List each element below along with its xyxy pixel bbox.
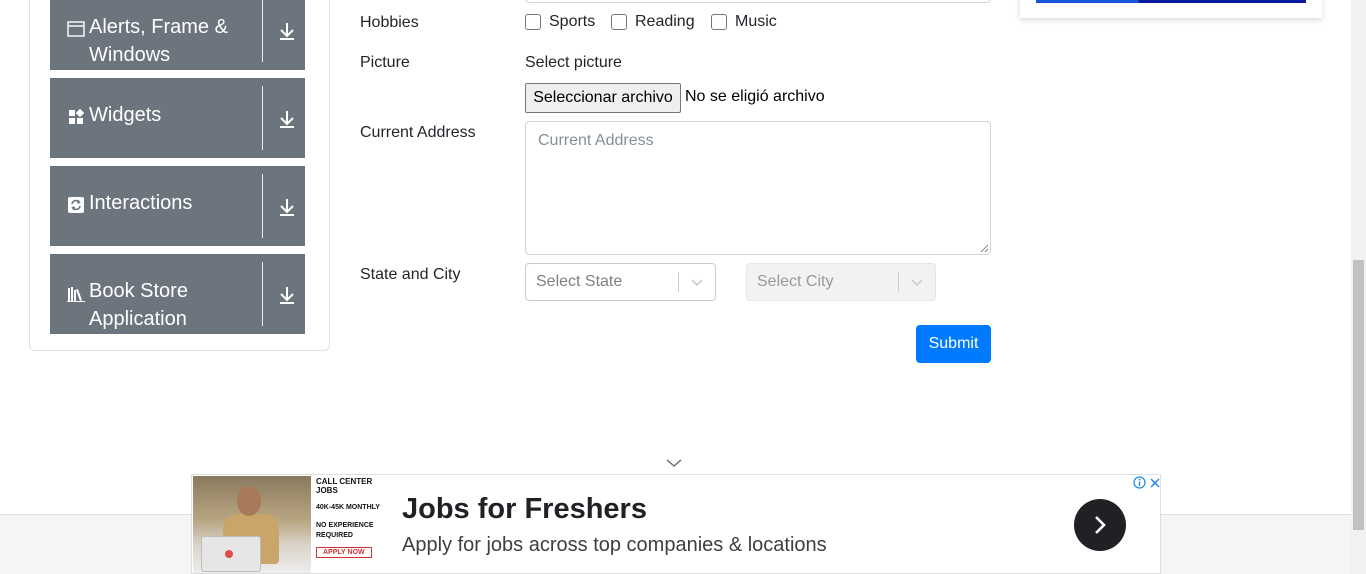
widgets-icon (67, 108, 85, 126)
checkbox[interactable] (611, 14, 627, 30)
ad-photo (193, 476, 311, 573)
books-icon (67, 285, 85, 303)
chevron-right-icon (1095, 516, 1106, 534)
state-select[interactable]: Select State (525, 263, 716, 301)
sidebar-group-widgets[interactable]: Widgets (50, 78, 305, 158)
chevron-down-icon[interactable] (899, 277, 935, 287)
choose-file-button[interactable]: Seleccionar archivo (525, 83, 681, 113)
ad-banner[interactable]: CALL CENTER JOBS 40K-45K MONTHLY NO EXPE… (191, 474, 1161, 574)
download-icon[interactable] (276, 20, 298, 42)
ad-close-icon[interactable] (1147, 475, 1160, 490)
city-placeholder: Select City (757, 273, 834, 290)
hobby-sports-checkbox[interactable]: Sports (525, 13, 595, 31)
scrollbar-thumb[interactable] (1353, 260, 1364, 530)
ad-next-button[interactable] (1074, 499, 1126, 551)
download-icon[interactable] (276, 108, 298, 130)
hobbies-label: Hobbies (360, 14, 419, 31)
ad-subtitle[interactable]: Apply for jobs across top companies & lo… (402, 534, 827, 557)
checkbox-label: Music (735, 13, 777, 30)
picture-hint: Select picture (525, 54, 622, 71)
submit-button[interactable]: Submit (916, 325, 991, 363)
divider (262, 262, 263, 326)
window-icon (67, 20, 85, 38)
download-icon[interactable] (276, 196, 298, 218)
ad-apply-now[interactable]: APPLY NOW (316, 547, 372, 558)
current-address-label: Current Address (360, 124, 476, 141)
download-icon[interactable] (276, 284, 298, 306)
sidebar-group-label: Alerts, Frame & Windows (89, 16, 228, 66)
divider (262, 174, 263, 238)
picture-label: Picture (360, 54, 410, 71)
checkbox-label: Reading (635, 13, 695, 30)
ad-side-title: CALL CENTER JOBS (316, 477, 373, 495)
ad-side-experience: NO EXPERIENCE REQUIRED (316, 522, 374, 539)
checkbox-label: Sports (549, 13, 596, 30)
ad-side-salary: 40K-45K MONTHLY (316, 504, 380, 511)
collapse-chevron-icon[interactable] (666, 458, 682, 468)
sidebar-group-alerts-frame-windows[interactable]: Alerts, Frame & Windows (50, 0, 305, 70)
state-placeholder: Select State (536, 273, 623, 290)
resize-handle-icon[interactable] (979, 243, 989, 253)
current-address-textarea[interactable]: Current Address (525, 121, 991, 255)
sidebar-group-label: Book Store Application (89, 280, 188, 330)
state-city-label: State and City (360, 266, 461, 283)
city-select[interactable]: Select City (746, 263, 936, 301)
ad-side-text: CALL CENTER JOBS 40K-45K MONTHLY NO EXPE… (316, 477, 396, 559)
checkbox[interactable] (711, 14, 727, 30)
mobile-input-edge[interactable] (525, 0, 991, 3)
divider (262, 0, 263, 62)
hobby-music-checkbox[interactable]: Music (711, 13, 777, 31)
chevron-down-icon[interactable] (679, 277, 715, 287)
divider (262, 86, 263, 150)
file-status: No se eligió archivo (685, 88, 825, 105)
sidebar-group-label: Interactions (89, 192, 193, 214)
vertical-scrollbar[interactable] (1351, 0, 1366, 574)
sidebar-group-label: Widgets (89, 104, 162, 126)
hobby-reading-checkbox[interactable]: Reading (611, 13, 695, 31)
sidebar-group-interactions[interactable]: Interactions (50, 166, 305, 246)
ad-person-head (237, 486, 261, 516)
checkbox[interactable] (525, 14, 541, 30)
ad-bar (1036, 0, 1306, 3)
right-ad-box[interactable] (1020, 0, 1322, 18)
ad-laptop-logo (225, 550, 233, 558)
ad-title[interactable]: Jobs for Freshers (402, 493, 647, 526)
sidebar-group-book-store[interactable]: Book Store Application (50, 254, 305, 334)
ad-info-icon[interactable] (1131, 475, 1147, 490)
interactions-icon (67, 196, 85, 214)
